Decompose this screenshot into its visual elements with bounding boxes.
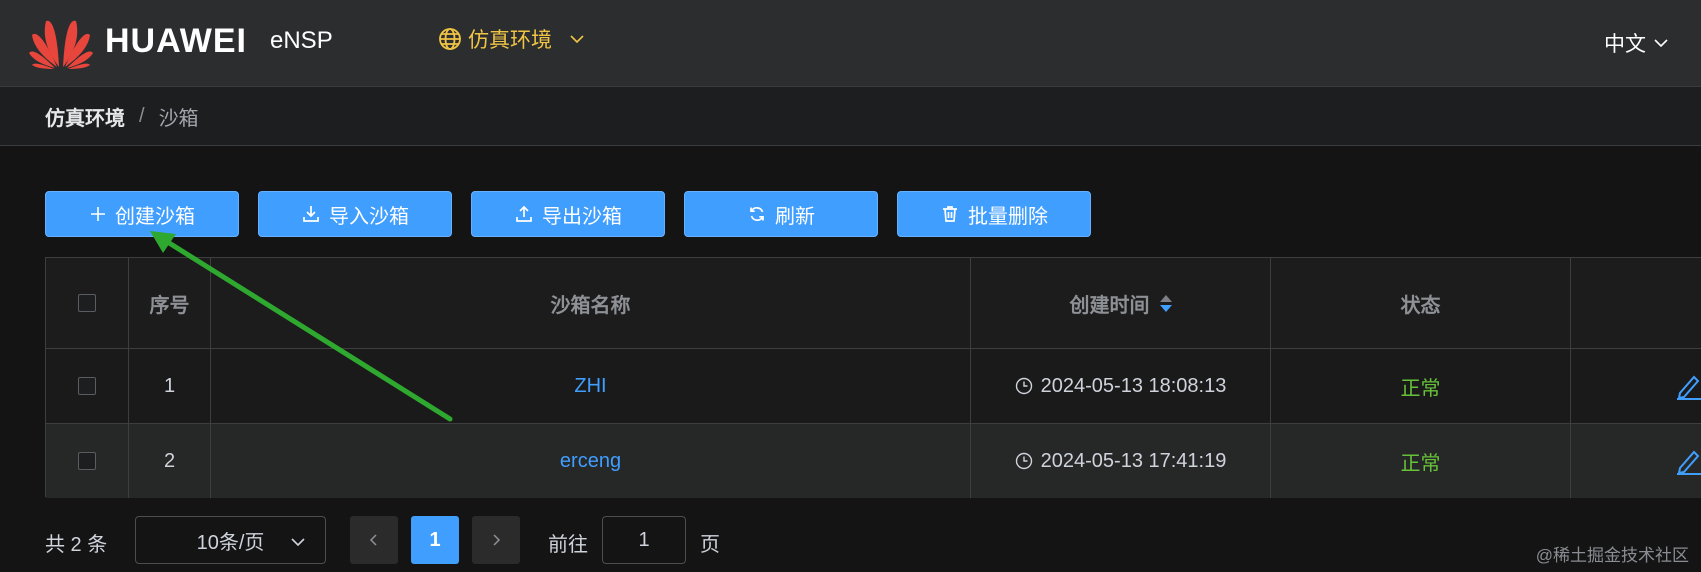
trash-icon <box>943 206 957 222</box>
breadcrumb-item-sandbox: 沙箱 <box>158 107 199 130</box>
pagination: 共 2 条 10条/页 1 前往 页 <box>45 516 1695 564</box>
chevron-right-icon <box>493 534 501 546</box>
import-sandbox-button[interactable]: 导入沙箱 <box>258 191 452 237</box>
created-time: 2024-05-13 17:41:19 <box>1015 449 1227 473</box>
created-time-value: 2024-05-13 18:08:13 <box>1040 374 1227 397</box>
row-name-cell: erceng <box>211 424 971 498</box>
page-size-value: 10条/页 <box>196 531 265 554</box>
row-index: 1 <box>129 349 211 423</box>
row-index: 2 <box>129 424 211 498</box>
watermark: @稀土掘金技术社区 <box>1535 546 1689 565</box>
batch-delete-button[interactable]: 批量删除 <box>897 191 1091 237</box>
row-status-cell: 正常 <box>1271 349 1571 423</box>
download-icon <box>303 206 319 222</box>
prev-page-button[interactable] <box>350 516 398 564</box>
sort-down-icon[interactable] <box>1159 304 1172 312</box>
create-sandbox-button[interactable]: 创建沙箱 <box>45 191 239 237</box>
status-badge: 正常 <box>1400 452 1441 475</box>
export-sandbox-button[interactable]: 导出沙箱 <box>471 191 665 237</box>
globe-icon <box>439 28 461 50</box>
export-sandbox-label: 导出沙箱 <box>542 205 622 228</box>
sandbox-table: 序号 沙箱名称 创建时间 状态 1 ZHI 2024-05-13 18:08:1… <box>45 257 1701 498</box>
next-page-button[interactable] <box>472 516 520 564</box>
plus-icon <box>91 207 105 221</box>
sort-up-icon[interactable] <box>1159 294 1172 302</box>
create-sandbox-label: 创建沙箱 <box>115 205 195 228</box>
sandbox-name-link[interactable]: erceng <box>560 450 621 473</box>
total-count: 共 2 条 <box>45 534 108 556</box>
chevron-down-icon <box>570 35 584 44</box>
edit-icon[interactable] <box>1674 371 1701 401</box>
row-checkbox[interactable] <box>78 377 96 395</box>
table-row: 1 ZHI 2024-05-13 18:08:13 正常 <box>46 349 1701 424</box>
header-select-cell <box>46 258 129 348</box>
breadcrumb-bar: 仿真环境 / 沙箱 <box>0 87 1701 146</box>
header-index-label: 序号 <box>149 294 190 317</box>
header-status: 状态 <box>1271 258 1571 348</box>
table-header-row: 序号 沙箱名称 创建时间 状态 <box>46 258 1701 349</box>
row-actions-cell <box>1571 349 1701 423</box>
status-badge: 正常 <box>1400 377 1441 400</box>
refresh-label: 刷新 <box>775 205 815 228</box>
page-size-select[interactable]: 10条/页 <box>135 516 326 564</box>
chevron-down-icon <box>291 538 305 547</box>
row-select-cell <box>46 424 129 498</box>
header-index: 序号 <box>129 258 211 348</box>
header-name-label: 沙箱名称 <box>550 294 631 317</box>
row-status-cell: 正常 <box>1271 424 1571 498</box>
refresh-icon <box>750 207 764 221</box>
language-selector[interactable]: 中文 <box>1604 28 1670 58</box>
refresh-button[interactable]: 刷新 <box>684 191 878 237</box>
batch-delete-label: 批量删除 <box>968 205 1048 228</box>
header-created-label: 创建时间 <box>1069 294 1150 317</box>
row-checkbox[interactable] <box>78 452 96 470</box>
row-actions-cell <box>1571 424 1701 498</box>
breadcrumb: 仿真环境 / 沙箱 <box>45 102 199 131</box>
sort-icon[interactable] <box>1159 294 1172 312</box>
edit-icon[interactable] <box>1674 446 1701 476</box>
table-row: 2 erceng 2024-05-13 17:41:19 正常 <box>46 424 1701 498</box>
environment-selector[interactable]: 仿真环境 <box>438 24 586 54</box>
row-name-cell: ZHI <box>211 349 971 423</box>
huawei-logo <box>28 10 94 72</box>
row-created-cell: 2024-05-13 17:41:19 <box>971 424 1271 498</box>
language-label: 中文 <box>1604 33 1646 56</box>
huawei-logo-icon <box>29 20 93 69</box>
import-sandbox-label: 导入沙箱 <box>329 205 409 228</box>
breadcrumb-item-environment[interactable]: 仿真环境 <box>45 102 125 131</box>
brand-name: HUAWEI <box>105 22 247 60</box>
goto-prefix: 前往 <box>548 534 588 556</box>
goto-page-input[interactable] <box>602 516 686 564</box>
environment-label: 仿真环境 <box>468 29 552 52</box>
header-status-label: 状态 <box>1400 294 1441 317</box>
clock-icon <box>1015 377 1032 395</box>
row-created-cell: 2024-05-13 18:08:13 <box>971 349 1271 423</box>
created-time-value: 2024-05-13 17:41:19 <box>1040 449 1227 472</box>
product-name: eNSP <box>270 27 333 54</box>
goto-suffix: 页 <box>700 534 720 556</box>
upload-icon <box>516 205 532 222</box>
clock-icon <box>1015 452 1032 470</box>
header-created[interactable]: 创建时间 <box>971 258 1271 348</box>
header-name: 沙箱名称 <box>211 258 971 348</box>
row-select-cell <box>46 349 129 423</box>
header-actions <box>1571 258 1701 348</box>
breadcrumb-separator: / <box>139 104 145 127</box>
chevron-down-icon <box>1654 39 1668 48</box>
select-all-checkbox[interactable] <box>78 294 96 312</box>
created-time: 2024-05-13 18:08:13 <box>1015 374 1227 398</box>
chevron-left-icon <box>369 534 377 546</box>
sandbox-name-link[interactable]: ZHI <box>574 375 606 398</box>
page-number-button[interactable]: 1 <box>411 516 459 564</box>
top-bar: HUAWEI eNSP 仿真环境 中文 <box>0 0 1701 87</box>
